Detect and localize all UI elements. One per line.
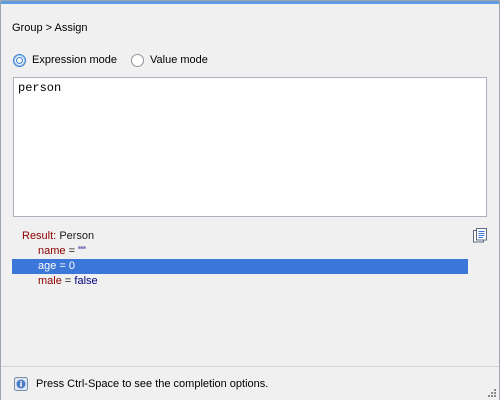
expression-mode-radio[interactable] bbox=[13, 53, 26, 67]
assign-dialog: Group > Assign Expression mode Value mod… bbox=[0, 0, 500, 400]
result-row[interactable]: Result: Person bbox=[12, 229, 468, 244]
breadcrumb: Group > Assign bbox=[12, 22, 88, 34]
field-name: age bbox=[38, 260, 57, 272]
field-equals: = bbox=[61, 275, 75, 287]
field-name: name bbox=[38, 245, 66, 257]
dialog-top-accent bbox=[1, 1, 499, 4]
field-value: false bbox=[74, 275, 98, 287]
status-message: Press Ctrl-Space to see the completion o… bbox=[36, 378, 269, 390]
value-mode-label: Value mode bbox=[150, 54, 208, 66]
resize-grip-icon[interactable] bbox=[487, 388, 497, 398]
field-equals: = bbox=[65, 245, 79, 257]
result-type: Person bbox=[59, 230, 95, 242]
field-row-male[interactable]: male = false bbox=[12, 274, 468, 289]
field-name: male bbox=[38, 275, 62, 287]
field-row-name[interactable]: name = "" bbox=[12, 244, 468, 259]
field-value: 0 bbox=[68, 260, 76, 272]
value-mode-radio[interactable] bbox=[131, 53, 144, 67]
field-equals: = bbox=[56, 260, 69, 272]
value-mode-option[interactable]: Value mode bbox=[131, 53, 208, 67]
result-tree: Result: Person name = "" age = 0 male = … bbox=[12, 229, 468, 289]
copy-result-icon[interactable] bbox=[472, 227, 488, 243]
field-row-age[interactable]: age = 0 bbox=[12, 259, 468, 274]
expression-mode-label: Expression mode bbox=[32, 54, 117, 66]
expression-text: person bbox=[18, 81, 62, 95]
status-bar: Press Ctrl-Space to see the completion o… bbox=[1, 366, 499, 400]
info-icon bbox=[14, 377, 28, 391]
expression-editor[interactable]: person bbox=[13, 77, 487, 217]
field-value: "" bbox=[78, 245, 86, 257]
result-label: Result: bbox=[22, 230, 57, 242]
mode-selector: Expression mode Value mode bbox=[13, 52, 222, 68]
expression-mode-option[interactable]: Expression mode bbox=[13, 53, 117, 67]
